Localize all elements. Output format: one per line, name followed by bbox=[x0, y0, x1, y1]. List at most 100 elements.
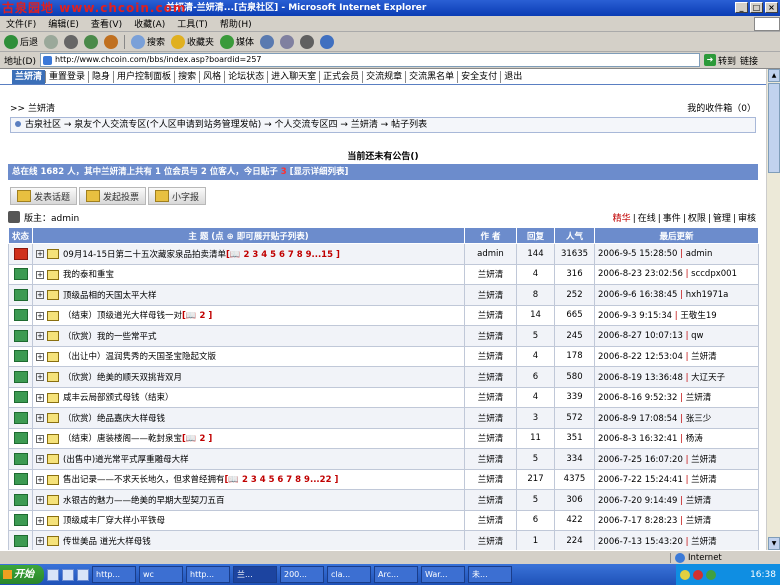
expand-icon[interactable]: + bbox=[36, 250, 44, 259]
nav-item-payment[interactable]: 安全支付 bbox=[457, 70, 500, 83]
taskbar-button[interactable]: 200... bbox=[280, 566, 324, 583]
last-update-user[interactable]: 兰妍清 bbox=[686, 516, 712, 526]
menu-tools[interactable]: 工具(T) bbox=[177, 17, 208, 30]
taskbar-button[interactable]: http... bbox=[92, 566, 136, 583]
tab-online[interactable]: 在线 bbox=[636, 214, 658, 224]
minimize-button[interactable]: _ bbox=[735, 2, 748, 13]
expand-icon[interactable]: + bbox=[36, 332, 44, 341]
refresh-icon[interactable] bbox=[84, 34, 99, 49]
author-cell[interactable]: 兰妍清 bbox=[464, 468, 517, 490]
author-cell[interactable]: 兰妍清 bbox=[464, 407, 517, 429]
last-update-user[interactable]: 兰妍清 bbox=[686, 393, 712, 403]
topic-title[interactable]: （结束）顶级道光大样母钱一对 bbox=[63, 311, 182, 321]
topic-title[interactable]: （欣赏）绝美的顺天双挑背双月 bbox=[63, 373, 182, 383]
tab-review[interactable]: 审核 bbox=[736, 214, 758, 224]
topic-title[interactable]: 顶级品相的天国太平大样 bbox=[63, 291, 157, 301]
topic-title[interactable]: （欣赏）绝品嘉庆大样母钱 bbox=[63, 414, 165, 424]
current-user[interactable]: >> 兰妍清 bbox=[10, 101, 55, 114]
topic-title[interactable]: （结束）唐装楼阁——乾封泉宝 bbox=[63, 434, 182, 444]
maximize-button[interactable]: □ bbox=[750, 2, 763, 13]
menu-edit[interactable]: 编辑(E) bbox=[48, 17, 79, 30]
last-update-user[interactable]: admin bbox=[686, 249, 713, 259]
nav-item-chat[interactable]: 进入聊天室 bbox=[267, 70, 319, 83]
nav-item-control-panel[interactable]: 用户控制面板 bbox=[113, 70, 174, 83]
print-icon[interactable] bbox=[300, 34, 315, 49]
last-update-user[interactable]: 王敬生19 bbox=[680, 311, 716, 321]
expand-icon[interactable]: + bbox=[36, 434, 44, 443]
quicklaunch-media-icon[interactable] bbox=[77, 568, 89, 581]
topic-title[interactable]: (出售中)道光常平式厚重雕母大样 bbox=[63, 455, 189, 465]
links-button[interactable]: 链接 bbox=[740, 54, 758, 67]
expand-icon[interactable]: + bbox=[36, 393, 44, 402]
nav-item-hidden[interactable]: 隐身 bbox=[88, 70, 113, 83]
author-cell[interactable]: 兰妍清 bbox=[464, 427, 517, 449]
last-update-user[interactable]: 兰妍清 bbox=[691, 352, 717, 362]
nav-item-style[interactable]: 风格 bbox=[199, 70, 224, 83]
inbox-link[interactable]: 我的收件箱（0） bbox=[687, 101, 756, 114]
stop-icon[interactable] bbox=[64, 34, 79, 49]
address-input[interactable]: http://www.chcoin.com/bbs/index.asp?boar… bbox=[39, 53, 700, 67]
show-online-list-link[interactable]: [显示详细列表] bbox=[290, 167, 349, 177]
expand-icon[interactable]: + bbox=[36, 352, 44, 361]
expand-icon[interactable]: + bbox=[36, 455, 44, 464]
expand-icon[interactable]: + bbox=[36, 537, 44, 546]
last-update-user[interactable]: 大辽天子 bbox=[691, 373, 725, 383]
author-cell[interactable]: 兰妍清 bbox=[464, 325, 517, 347]
last-update-user[interactable]: 兰妍清 bbox=[686, 496, 712, 506]
mail-icon[interactable] bbox=[280, 34, 295, 49]
taskbar-button[interactable]: Arc... bbox=[374, 566, 418, 583]
expand-icon[interactable]: + bbox=[36, 496, 44, 505]
media-button[interactable]: 媒体 bbox=[220, 34, 254, 49]
menu-favorites[interactable]: 收藏(A) bbox=[134, 17, 165, 30]
tab-elite[interactable]: 精华 bbox=[611, 214, 633, 224]
taskbar-button[interactable]: 兰... bbox=[233, 566, 277, 583]
taskbar-button[interactable]: cla... bbox=[327, 566, 371, 583]
nav-item-logout[interactable]: 退出 bbox=[500, 70, 525, 83]
expand-icon[interactable]: + bbox=[36, 291, 44, 300]
author-cell[interactable]: 兰妍清 bbox=[464, 509, 517, 531]
history-icon[interactable] bbox=[260, 34, 275, 49]
nav-item-status[interactable]: 论坛状态 bbox=[224, 70, 267, 83]
topic-pages[interactable]: [📖 2 3 4 5 6 7 8 9...22 ] bbox=[225, 475, 339, 485]
quicklaunch-desktop-icon[interactable] bbox=[62, 568, 74, 581]
topic-title[interactable]: （欣赏）我的一些常平式 bbox=[63, 332, 157, 342]
go-button[interactable]: ➜ 转到 bbox=[703, 54, 736, 67]
topic-title[interactable]: 咸丰云局部颁式母钱（结束） bbox=[63, 393, 174, 403]
author-cell[interactable]: 兰妍清 bbox=[464, 530, 517, 550]
expand-icon[interactable]: + bbox=[36, 311, 44, 320]
last-update-user[interactable]: hxh1971a bbox=[686, 290, 729, 300]
back-button[interactable]: 后退 bbox=[4, 34, 38, 49]
favorites-button[interactable]: 收藏夹 bbox=[171, 34, 214, 49]
taskbar-button[interactable]: War... bbox=[421, 566, 465, 583]
scroll-thumb[interactable] bbox=[768, 83, 780, 173]
last-update-user[interactable]: qw bbox=[691, 331, 703, 341]
home-icon[interactable] bbox=[104, 34, 119, 49]
topic-title[interactable]: 水银古的魅力——绝美的早期大型契刀五百 bbox=[63, 496, 225, 506]
expand-icon[interactable]: + bbox=[36, 270, 44, 279]
menu-view[interactable]: 查看(V) bbox=[91, 17, 122, 30]
last-update-user[interactable]: sccdpx001 bbox=[691, 269, 737, 279]
menu-file[interactable]: 文件(F) bbox=[6, 17, 36, 30]
tab-events[interactable]: 事件 bbox=[661, 214, 683, 224]
search-button[interactable]: 搜索 bbox=[131, 34, 165, 49]
quicklaunch-ie-icon[interactable] bbox=[47, 568, 59, 581]
small-post-button[interactable]: 小字报 bbox=[148, 187, 207, 205]
taskbar-button[interactable]: http... bbox=[186, 566, 230, 583]
last-update-user[interactable]: 杨涛 bbox=[686, 434, 703, 444]
close-button[interactable]: × bbox=[765, 2, 778, 13]
author-cell[interactable]: 兰妍清 bbox=[464, 304, 517, 326]
topic-pages[interactable]: [📖 2 ] bbox=[182, 311, 212, 321]
vertical-scrollbar[interactable]: ▲ ▼ bbox=[766, 69, 780, 550]
last-update-user[interactable]: 兰妍清 bbox=[691, 455, 717, 465]
topic-title[interactable]: 09月14-15日第二十五次藏家泉品拍卖清单 bbox=[63, 250, 226, 260]
tray-icon-3[interactable] bbox=[706, 569, 716, 580]
nav-item-rules[interactable]: 交流规章 bbox=[362, 70, 405, 83]
tab-permissions[interactable]: 权限 bbox=[686, 214, 708, 224]
moderator-label[interactable]: 版主：admin bbox=[24, 211, 79, 224]
author-cell[interactable]: 兰妍清 bbox=[464, 448, 517, 470]
author-cell[interactable]: 兰妍清 bbox=[464, 284, 517, 306]
nav-item-members[interactable]: 正式会员 bbox=[319, 70, 362, 83]
last-update-user[interactable]: 兰妍清 bbox=[691, 537, 717, 547]
author-cell[interactable]: 兰妍清 bbox=[464, 263, 517, 285]
author-cell[interactable]: 兰妍清 bbox=[464, 366, 517, 388]
